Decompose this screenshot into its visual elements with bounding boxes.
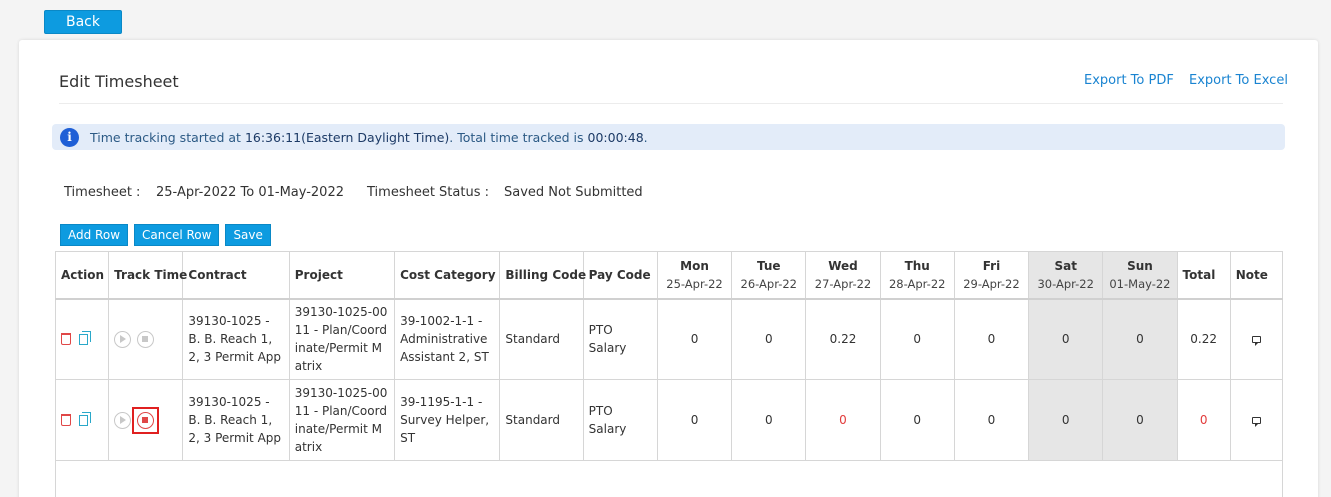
col-contract: Contract	[182, 251, 290, 300]
project-cell: 39130-1025-0011 - Plan/Coordinate/Permit…	[288, 379, 396, 461]
copy-icon[interactable]	[79, 330, 91, 345]
col-track-time: Track Time	[108, 251, 187, 300]
contract-cell: 39130-1025 - B. B. Reach 1, 2, 3 Permit …	[182, 379, 290, 461]
col-billing-code: Billing Code	[499, 251, 586, 300]
play-icon[interactable]	[114, 330, 132, 348]
hours-cell[interactable]: 0	[879, 298, 955, 380]
col-project: Project	[288, 251, 396, 300]
stop-icon[interactable]	[137, 411, 155, 429]
pay-code-cell: PTO Salary	[582, 379, 658, 461]
note-cell	[1229, 379, 1284, 461]
empty-cell	[55, 460, 1283, 497]
hours-cell[interactable]: 0	[1102, 379, 1178, 461]
hours-cell[interactable]: 0	[1102, 298, 1178, 380]
timesheet-range: 25-Apr-2022 To 01-May-2022	[156, 185, 344, 200]
col-cost-category: Cost Category	[394, 251, 501, 300]
total-cell: 0.22	[1176, 298, 1231, 380]
time-tracking-alert: i Time tracking started at 16:36:11(East…	[52, 124, 1285, 150]
hours-cell[interactable]: 0	[731, 379, 807, 461]
table-row: 39130-1025 - B. B. Reach 1, 2, 3 Permit …	[54, 298, 1284, 380]
alert-text: Time tracking started at 16:36:11(Easter…	[90, 129, 648, 145]
col-day-weekend: Sat 30-Apr-22	[1028, 251, 1104, 300]
action-cell	[54, 379, 110, 461]
back-button[interactable]: Back	[44, 10, 122, 34]
billing-code-cell: Standard	[499, 298, 584, 380]
total-cell: 0	[1176, 379, 1231, 461]
timesheet-table: Action Track Time Contract Project Cost …	[54, 251, 1284, 497]
col-day: Fri 29-Apr-22	[953, 251, 1030, 300]
billing-code-cell: Standard	[499, 379, 584, 461]
play-icon[interactable]	[114, 411, 132, 429]
empty-row	[55, 460, 1283, 497]
hours-cell[interactable]: 0	[731, 298, 807, 380]
col-action: Action	[54, 251, 110, 300]
hours-cell[interactable]: 0	[656, 379, 733, 461]
hours-cell[interactable]: 0	[805, 379, 881, 461]
cost-category-cell: 39-1195-1-1 - Survey Helper, ST	[394, 379, 501, 461]
hours-cell[interactable]: 0	[656, 298, 733, 380]
delete-icon[interactable]	[61, 333, 71, 346]
delete-icon[interactable]	[61, 414, 71, 426]
col-note: Note	[1229, 251, 1284, 300]
stop-icon[interactable]	[137, 330, 155, 348]
cancel-row-button[interactable]: Cancel Row	[134, 224, 220, 246]
title-divider	[59, 103, 1283, 104]
pay-code-cell: PTO Salary	[582, 298, 658, 380]
col-day: Thu 28-Apr-22	[879, 251, 955, 300]
col-day: Tue 26-Apr-22	[731, 251, 807, 300]
hours-cell[interactable]: 0	[1028, 379, 1104, 461]
col-pay-code: Pay Code	[582, 251, 658, 300]
timesheet-status-label: Timesheet Status :	[367, 185, 489, 200]
save-button[interactable]: Save	[225, 224, 271, 246]
export-pdf-link[interactable]: Export To PDF	[1084, 73, 1174, 88]
col-total: Total	[1176, 251, 1231, 300]
action-cell	[54, 298, 110, 380]
cost-category-cell: 39-1002-1-1 - Administrative Assistant 2…	[394, 298, 501, 380]
note-cell	[1229, 298, 1284, 380]
hours-cell[interactable]: 0	[953, 379, 1030, 461]
track-time-cell	[108, 298, 184, 380]
page-title: Edit Timesheet	[59, 72, 179, 91]
col-day: Wed 27-Apr-22	[805, 251, 881, 300]
note-icon[interactable]	[1251, 417, 1261, 427]
hours-cell[interactable]: 0	[953, 298, 1030, 380]
hours-cell[interactable]: 0	[1028, 298, 1104, 380]
timesheet-label: Timesheet :	[64, 185, 141, 200]
info-icon: i	[60, 127, 79, 147]
stop-highlight	[132, 406, 160, 434]
copy-icon[interactable]	[79, 411, 91, 426]
timesheet-card: Edit Timesheet Export To PDF Export To E…	[19, 40, 1318, 497]
timesheet-status-value: Saved Not Submitted	[504, 185, 643, 200]
add-row-button[interactable]: Add Row	[60, 224, 129, 246]
export-excel-link[interactable]: Export To Excel	[1189, 73, 1288, 88]
contract-cell: 39130-1025 - B. B. Reach 1, 2, 3 Permit …	[182, 298, 290, 380]
col-day-weekend: Sun 01-May-22	[1102, 251, 1178, 300]
col-day: Mon 25-Apr-22	[656, 251, 733, 300]
track-time-cell	[108, 379, 184, 461]
table-row: 39130-1025 - B. B. Reach 1, 2, 3 Permit …	[54, 379, 1284, 461]
project-cell: 39130-1025-0011 - Plan/Coordinate/Permit…	[288, 298, 396, 380]
note-icon[interactable]	[1251, 336, 1261, 347]
hours-cell[interactable]: 0.22	[805, 298, 881, 380]
hours-cell[interactable]: 0	[879, 379, 955, 461]
